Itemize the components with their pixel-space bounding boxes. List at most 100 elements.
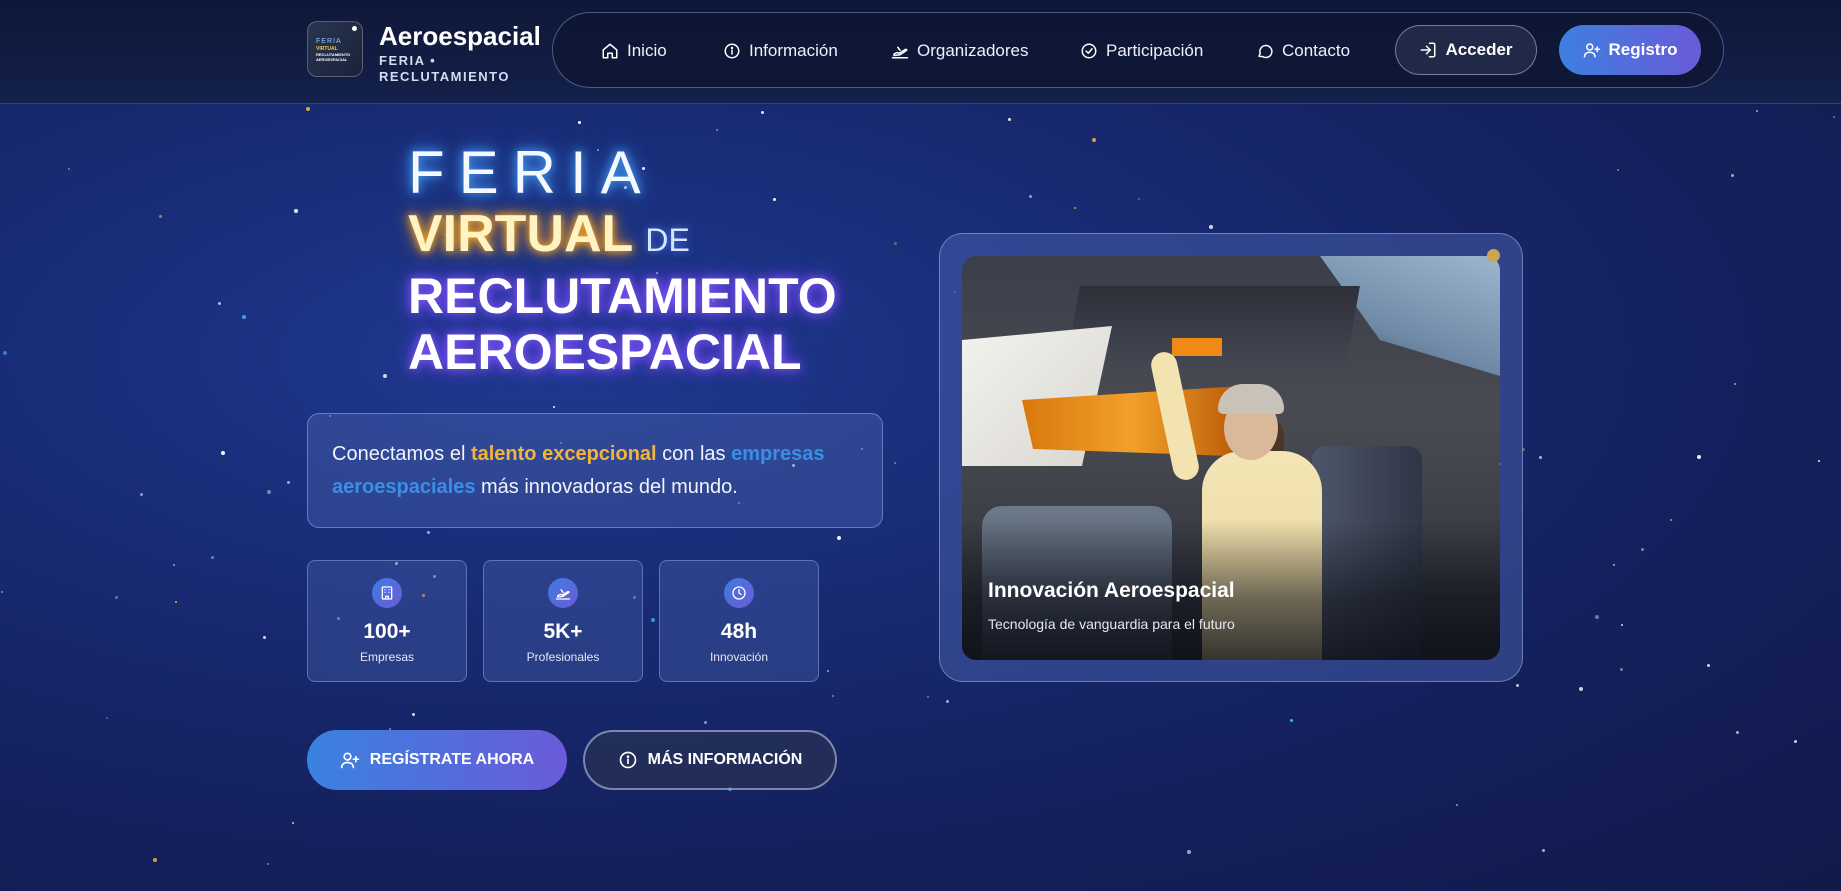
star: [1516, 684, 1519, 687]
user-plus-icon: [1583, 43, 1600, 58]
logo-text-feria: FERIA: [316, 38, 342, 45]
star: [1209, 225, 1213, 229]
stat-card-empresas: 100+ Empresas: [307, 560, 467, 682]
star: [1833, 116, 1835, 118]
star: [1092, 138, 1096, 142]
star: [68, 168, 70, 170]
brand-logo: FERIA VIRTUAL RECLUTAMIENTO AEROESPACIAL: [307, 21, 363, 77]
star: [159, 215, 162, 218]
star: [1617, 169, 1619, 171]
star: [3, 351, 7, 355]
brand-subtitle: FERIA • RECLUTAMIENTO: [379, 53, 510, 84]
star: [1290, 719, 1293, 722]
star: [1542, 849, 1545, 852]
star: [267, 863, 269, 865]
star: [1818, 460, 1820, 462]
stat-label: Empresas: [359, 650, 415, 664]
hero-title-aeroespacial: AEROESPACIAL: [408, 324, 802, 380]
star: [761, 111, 764, 114]
star: [267, 490, 271, 494]
stat-value: 100+: [363, 620, 411, 643]
more-info-button[interactable]: MÁS INFORMACIÓN: [583, 730, 837, 790]
login-button[interactable]: Acceder: [1395, 25, 1537, 75]
feature-card-subtitle: Tecnología de vanguardia para el futuro: [988, 616, 1235, 632]
star: [894, 462, 896, 464]
nav-item-inicio[interactable]: Inicio: [601, 39, 667, 63]
nav-item-contacto[interactable]: Contacto: [1256, 39, 1350, 63]
brand-title: Aeroespacial: [379, 21, 541, 51]
nav-item-organizadores[interactable]: Organizadores: [891, 39, 1029, 63]
login-label: Acceder: [1445, 40, 1513, 59]
star: [1539, 456, 1542, 459]
star: [927, 696, 929, 698]
star: [1621, 624, 1623, 626]
hero-title: FERIA VIRTUAL DE RECLUTAMIENTO AEROESPAC…: [408, 139, 837, 381]
nav-item-participacion[interactable]: Participación: [1080, 39, 1203, 63]
star: [1613, 564, 1615, 566]
star: [263, 636, 266, 639]
star: [306, 107, 310, 111]
check-circle-icon: [1081, 43, 1097, 59]
nav-label: Participación: [1106, 41, 1204, 60]
user-plus-icon: [340, 752, 359, 769]
star: [292, 822, 294, 824]
star: [1641, 548, 1644, 551]
register-button[interactable]: Registro: [1559, 25, 1701, 75]
intro-text: más innovadoras del mundo.: [475, 476, 738, 498]
star: [1456, 804, 1458, 806]
star: [412, 713, 415, 716]
stat-card-innovacion: 48h Innovación: [659, 560, 819, 682]
login-icon: [1420, 42, 1436, 58]
star: [1138, 198, 1140, 200]
status-dot: [1487, 249, 1500, 262]
nav-item-informacion[interactable]: Información: [723, 39, 838, 63]
star: [1579, 687, 1583, 691]
building-icon: [381, 586, 393, 600]
star: [221, 451, 225, 455]
register-label: Registro: [1608, 40, 1678, 59]
star: [1736, 731, 1739, 734]
star: [383, 374, 387, 378]
intro-text: Conectamos el: [332, 443, 471, 465]
star: [1620, 668, 1623, 671]
star: [106, 717, 108, 719]
star: [1187, 850, 1191, 854]
register-now-button[interactable]: REGÍSTRATE AHORA: [307, 730, 567, 790]
nav-label: Contacto: [1282, 41, 1351, 60]
stat-label: Innovación: [709, 650, 769, 664]
star: [946, 700, 949, 703]
star: [832, 695, 834, 697]
feature-image-card: Innovación Aeroespacial Tecnología de va…: [939, 233, 1523, 682]
star: [1074, 207, 1076, 209]
star: [175, 601, 177, 603]
star: [553, 406, 555, 408]
stat-icon-wrap: [372, 578, 402, 608]
more-info-label: MÁS INFORMACIÓN: [647, 751, 803, 768]
star: [1, 591, 3, 593]
hero-title-de: DE: [645, 222, 690, 258]
star: [1029, 195, 1032, 198]
info-icon: [724, 43, 740, 59]
star: [704, 721, 707, 724]
hero-title-feria: FERIA: [408, 139, 655, 206]
star: [153, 858, 157, 862]
intro-card: Conectamos el talento excepcional con la…: [307, 413, 883, 528]
brand[interactable]: FERIA VIRTUAL RECLUTAMIENTO AEROESPACIAL…: [307, 21, 541, 85]
logo-dot: [352, 26, 357, 31]
info-icon: [619, 751, 637, 769]
star: [140, 493, 143, 496]
star: [716, 129, 718, 131]
star: [827, 670, 829, 672]
hero-title-reclutamiento: RECLUTAMIENTO: [408, 268, 837, 324]
star: [242, 315, 246, 319]
star: [578, 121, 581, 124]
star: [427, 531, 430, 534]
cockpit-photo: Innovación Aeroespacial Tecnología de va…: [962, 256, 1500, 660]
stat-icon-wrap: [548, 578, 578, 608]
stat-value: 5K+: [543, 620, 583, 643]
hero-title-virtual: VIRTUAL: [408, 205, 634, 263]
star: [173, 564, 175, 566]
main-nav: Inicio Información Organizadores Partici…: [552, 12, 1724, 88]
star: [894, 242, 897, 245]
star: [651, 618, 655, 622]
